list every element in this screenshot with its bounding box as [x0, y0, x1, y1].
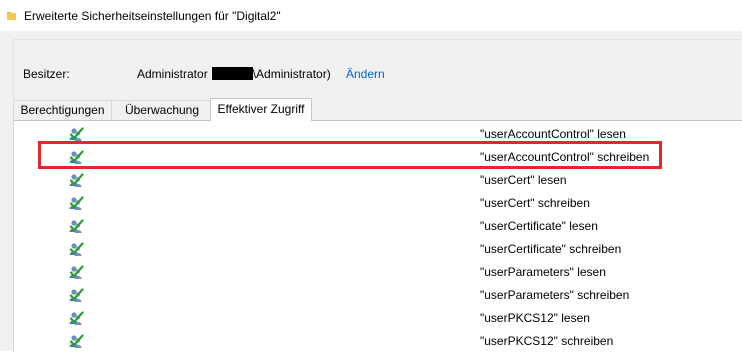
title-bar: Erweiterte Sicherheitseinstellungen für … [0, 0, 742, 31]
permission-label: "userPKCS12" lesen [480, 311, 590, 325]
owner-name: Administrator \Administrator) [137, 67, 331, 81]
user-access-icon [68, 287, 84, 303]
user-access-icon [68, 310, 84, 326]
permission-label: "userPKCS12" schreiben [480, 334, 614, 348]
user-access-icon [68, 218, 84, 234]
tab-permissions[interactable]: Berechtigungen [13, 100, 112, 120]
tab-auditing[interactable]: Überwachung [111, 100, 213, 120]
folder-icon [7, 12, 16, 20]
permission-row[interactable]: "userCert" lesen [14, 169, 742, 192]
owner-name-prefix: Administrator [137, 67, 208, 81]
permission-row[interactable]: "userCertificate" schreiben [14, 238, 742, 261]
window-title: Erweiterte Sicherheitseinstellungen für … [24, 9, 281, 23]
change-owner-link[interactable]: Ändern [346, 67, 385, 81]
permission-row[interactable]: "userParameters" lesen [14, 261, 742, 284]
highlight-annotation [38, 141, 662, 169]
permission-row[interactable]: "userCert" schreiben [14, 192, 742, 215]
user-access-icon [68, 333, 84, 349]
permission-label: "userAccountControl" lesen [480, 127, 626, 141]
owner-name-suffix: \Administrator) [252, 67, 331, 81]
user-access-icon [68, 264, 84, 280]
redacted-domain [211, 67, 253, 80]
permission-label: "userParameters" schreiben [480, 288, 630, 302]
permission-label: "userCert" schreiben [480, 196, 590, 210]
user-access-icon [68, 172, 84, 188]
owner-label: Besitzer: [23, 67, 70, 81]
permission-row[interactable]: "userPKCS12" schreiben [14, 330, 742, 353]
permission-row[interactable]: "userParameters" schreiben [14, 284, 742, 307]
permission-label: "userCertificate" schreiben [480, 242, 622, 256]
user-access-icon [68, 241, 84, 257]
permission-label: "userParameters" lesen [480, 265, 606, 279]
permission-row[interactable]: "userPKCS12" lesen [14, 307, 742, 330]
user-access-icon [68, 195, 84, 211]
permission-row[interactable]: "userCertificate" lesen [14, 215, 742, 238]
permission-label: "userCert" lesen [480, 173, 567, 187]
tab-effective-access[interactable]: Effektiver Zugriff [210, 98, 312, 121]
permission-label: "userCertificate" lesen [480, 219, 598, 233]
user-access-icon [68, 126, 84, 142]
